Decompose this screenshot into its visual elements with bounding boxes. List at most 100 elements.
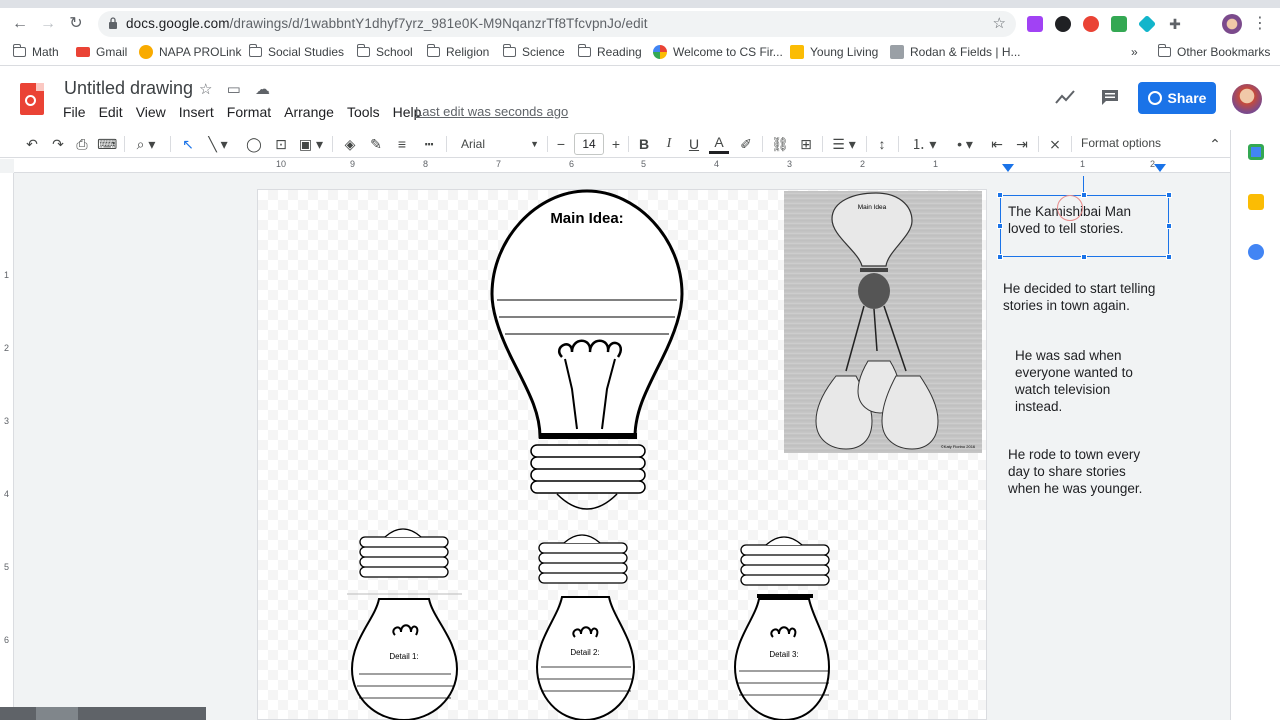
document-title[interactable]: Untitled drawing <box>64 78 193 99</box>
resize-handle[interactable] <box>1166 254 1172 260</box>
italic-icon[interactable]: I <box>659 134 679 154</box>
bold-icon[interactable]: B <box>634 134 654 154</box>
align-icon[interactable]: ☰ ▾ <box>829 134 859 154</box>
clear-formatting-icon[interactable]: ⨯ <box>1045 134 1065 154</box>
redo-icon[interactable]: ↷ <box>48 134 68 154</box>
numbered-list-icon[interactable]: ⒈ ▾ <box>906 134 942 154</box>
print-icon[interactable]: ⎙ <box>72 134 92 154</box>
bookmark-social-studies[interactable]: Social Studies <box>248 44 344 59</box>
paint-format-icon[interactable]: ⌨ <box>97 134 117 154</box>
border-dash-icon[interactable]: ┅ <box>419 134 439 154</box>
text-color-icon[interactable]: A <box>709 134 729 154</box>
select-arrow-icon[interactable]: ↖ <box>178 134 198 154</box>
text-box-event[interactable]: He was sad when everyone wanted to watch… <box>1015 347 1133 415</box>
add-comment-icon[interactable]: ⊞ <box>796 134 816 154</box>
bookmark-rodan-fields[interactable]: Rodan & Fields | H... <box>890 45 1021 59</box>
move-folder-icon[interactable]: ▭ <box>227 81 241 98</box>
extension-icon[interactable] <box>1111 16 1127 32</box>
more-icon[interactable]: ⋮ <box>1250 14 1270 34</box>
resize-handle[interactable] <box>997 223 1003 229</box>
menu-format[interactable]: Format <box>227 104 271 120</box>
menu-edit[interactable]: Edit <box>99 104 123 120</box>
font-family-select[interactable]: Arial ▼ <box>455 134 543 154</box>
line-tool-icon[interactable]: ╲ ▾ <box>204 134 232 154</box>
menu-insert[interactable]: Insert <box>179 104 214 120</box>
selection-frame[interactable] <box>997 176 1172 260</box>
profile-avatar[interactable] <box>1222 14 1242 34</box>
extension-icon[interactable] <box>1083 16 1099 32</box>
bookmark-school[interactable]: School <box>356 44 413 59</box>
text-box-icon[interactable]: ⊡ <box>271 134 291 154</box>
increase-font-size-icon[interactable]: + <box>608 134 624 154</box>
highlight-icon[interactable]: ✐ <box>736 134 756 154</box>
border-color-icon[interactable]: ✎ <box>366 134 386 154</box>
menu-file[interactable]: File <box>63 104 86 120</box>
share-button[interactable]: Share <box>1138 82 1216 114</box>
insert-image-icon[interactable]: ▣ ▾ <box>297 134 325 154</box>
bookmarks-overflow[interactable]: » <box>1131 45 1138 59</box>
increase-indent-icon[interactable]: ⇥ <box>1012 134 1032 154</box>
decrease-indent-icon[interactable]: ⇤ <box>987 134 1007 154</box>
bookmark-reading[interactable]: Reading <box>577 44 642 59</box>
resize-handle[interactable] <box>997 192 1003 198</box>
link-icon[interactable]: ⛓ <box>770 134 790 154</box>
menu-arrange[interactable]: Arrange <box>284 104 334 120</box>
decrease-font-size-icon[interactable]: − <box>553 134 569 154</box>
menu-view[interactable]: View <box>136 104 166 120</box>
bookmark-gmail[interactable]: Gmail <box>76 45 127 59</box>
resize-handle[interactable] <box>1081 254 1087 260</box>
drawings-logo-icon[interactable] <box>20 83 44 115</box>
bookmark-cs-first[interactable]: Welcome to CS Fir... <box>653 45 783 59</box>
underline-icon[interactable]: U <box>684 134 704 154</box>
resize-handle[interactable] <box>1081 192 1087 198</box>
reference-photo[interactable]: Main Idea ©Katy Fiorino 2016 <box>784 191 982 453</box>
address-bar[interactable]: docs.google.com/drawings/d/1wabbntY1dhyf… <box>98 11 1016 37</box>
scrollbar-thumb[interactable] <box>36 707 78 720</box>
reload-icon[interactable]: ↻ <box>66 14 86 34</box>
keep-icon[interactable] <box>1248 194 1264 210</box>
extension-icon[interactable] <box>1055 16 1071 32</box>
activity-trend-icon[interactable] <box>1054 88 1076 106</box>
zoom-icon[interactable]: ⌕ ▾ <box>131 134 161 154</box>
cloud-status-icon[interactable]: ☁ <box>255 81 270 98</box>
horizontal-scrollbar[interactable] <box>0 707 206 720</box>
menu-tools[interactable]: Tools <box>347 104 380 120</box>
bookmark-religion[interactable]: Religion <box>426 44 489 59</box>
bulleted-list-icon[interactable]: • ▾ <box>947 134 983 154</box>
border-weight-icon[interactable]: ≡ <box>392 134 412 154</box>
puzzle-icon[interactable]: ✚ <box>1165 14 1185 34</box>
detail-bulb-2[interactable]: Detail 2: <box>535 534 636 720</box>
calendar-icon[interactable] <box>1248 144 1264 160</box>
star-icon[interactable]: ☆ <box>199 81 212 98</box>
resize-handle[interactable] <box>1166 192 1172 198</box>
shape-tool-icon[interactable]: ◯ <box>244 134 264 154</box>
comments-icon[interactable] <box>1100 88 1120 106</box>
bookmark-other[interactable]: Other Bookmarks <box>1157 44 1270 59</box>
tasks-icon[interactable] <box>1248 244 1264 260</box>
resize-handle[interactable] <box>997 254 1003 260</box>
line-spacing-icon[interactable]: ↕ <box>872 134 892 154</box>
bookmark-young-living[interactable]: Young Living <box>790 45 878 59</box>
fill-color-icon[interactable]: ◈ <box>340 134 360 154</box>
text-box-event[interactable]: He rode to town every day to share stori… <box>1008 446 1142 497</box>
extension-icon[interactable] <box>1137 14 1157 34</box>
indent-marker-icon[interactable] <box>1002 164 1014 172</box>
last-edit-link[interactable]: Last edit was seconds ago <box>415 104 568 119</box>
extension-icon[interactable] <box>1027 16 1043 32</box>
forward-icon[interactable]: → <box>38 14 58 34</box>
detail-bulb-3[interactable]: Detail 3: <box>733 536 831 720</box>
collapse-toolbar-icon[interactable]: ⌃ <box>1205 134 1225 154</box>
bookmark-science[interactable]: Science <box>502 44 565 59</box>
back-icon[interactable]: ← <box>10 14 30 34</box>
resize-handle[interactable] <box>1166 223 1172 229</box>
bookmark-napa[interactable]: NAPA PROLink <box>139 45 241 59</box>
format-options-button[interactable]: Format options <box>1081 136 1161 150</box>
right-indent-marker-icon[interactable] <box>1154 164 1166 172</box>
bookmark-star-icon[interactable]: ☆ <box>993 14 1006 32</box>
detail-bulb-1[interactable]: Detail 1: <box>347 528 462 720</box>
bookmark-math[interactable]: Math <box>12 44 59 59</box>
font-size-input[interactable]: 14 <box>574 133 604 155</box>
undo-icon[interactable]: ↶ <box>22 134 42 154</box>
account-avatar[interactable] <box>1232 84 1262 114</box>
text-box-event[interactable]: He decided to start telling stories in t… <box>1003 280 1155 314</box>
